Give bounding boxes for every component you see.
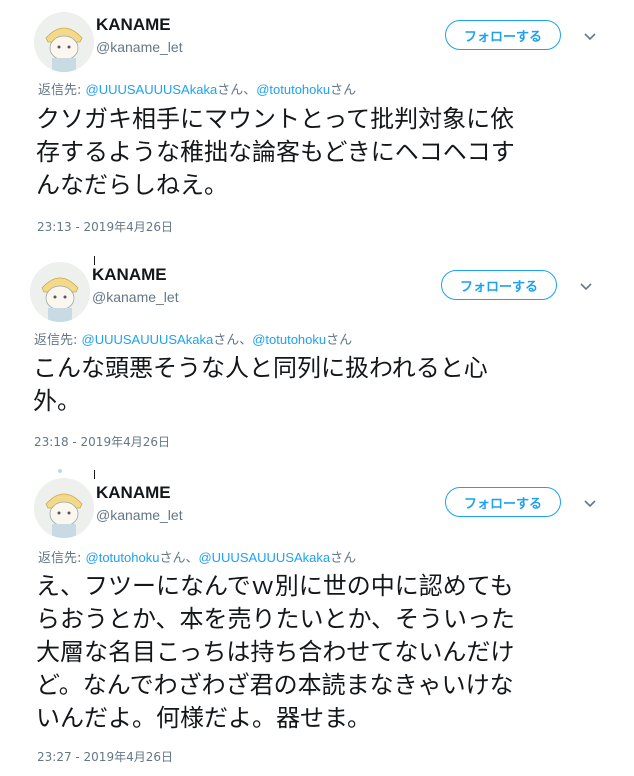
tweet-text-line: クソガキ相手にマウントとって批判対象に依 [36, 105, 515, 133]
display-name[interactable]: KANAME [96, 483, 171, 503]
reply-suffix: さん [330, 83, 357, 98]
reply-mention-link[interactable]: @UUUSAUUUSAkaka [198, 550, 330, 565]
chevron-down-icon[interactable] [583, 497, 597, 511]
reply-mention-link[interactable]: @totutohoku [86, 550, 160, 565]
display-name[interactable]: KANAME [96, 15, 171, 35]
reply-context: 返信先: @UUUSAUUUSAkakaさん、@totutohokuさん [38, 79, 356, 98]
tweet-text-line: 外。 [33, 387, 81, 415]
reply-suffix: さん [330, 551, 357, 566]
username[interactable]: @kaname_let [92, 289, 179, 305]
avatar[interactable] [34, 12, 94, 72]
reply-suffix: さん、 [217, 83, 257, 98]
tweet-text-line: え、フツーになんでｗ別に世の中に認めても [36, 572, 514, 600]
tweet-text: こんな頭悪そうな人と同列に扱われると心 外。 [33, 352, 488, 418]
timestamp-link[interactable]: 23:13 - 2019年4月26日 [37, 218, 173, 235]
reply-mention-link[interactable]: @UUUSAUUUSAkaka [82, 332, 214, 347]
reply-context: 返信先: @totutohokuさん、@UUUSAUUUSAkakaさん [38, 547, 356, 566]
reply-prefix: 返信先: [38, 551, 86, 566]
tweet-text-line: んなだらしねえ。 [36, 171, 228, 199]
follow-button[interactable]: フォローする [445, 487, 561, 517]
reply-prefix: 返信先: [34, 333, 82, 348]
chevron-down-icon[interactable] [583, 30, 597, 44]
reply-context: 返信先: @UUUSAUUUSAkakaさん、@totutohokuさん [34, 329, 352, 348]
tweet-text-line: 存するような稚拙な論客もどきにヘコヘコす [36, 138, 515, 166]
username[interactable]: @kaname_let [96, 39, 183, 55]
reply-suffix: さん、 [159, 551, 199, 566]
divider-mark [94, 470, 95, 479]
reply-suffix: さん [326, 333, 353, 348]
reply-suffix: さん、 [213, 333, 253, 348]
tweet-text-line: いんだよ。何様だよ。器せま。 [36, 704, 372, 732]
timestamp-link[interactable]: 23:27 - 2019年4月26日 [37, 748, 173, 765]
display-name[interactable]: KANAME [92, 265, 167, 285]
reply-mention-link[interactable]: @totutohoku [256, 82, 330, 97]
chevron-down-icon[interactable] [579, 280, 593, 294]
divider-mark [94, 256, 95, 265]
tweet-text-line: こんな頭悪そうな人と同列に扱われると心 [33, 354, 488, 382]
avatar-illustration [30, 262, 90, 322]
reply-mention-link[interactable]: @UUUSAUUUSAkaka [86, 82, 218, 97]
avatar[interactable] [30, 262, 90, 322]
follow-button[interactable]: フォローする [445, 20, 561, 50]
reply-mention-link[interactable]: @totutohoku [252, 332, 326, 347]
avatar[interactable] [34, 478, 94, 538]
follow-button[interactable]: フォローする [441, 270, 557, 300]
avatar-illustration [34, 12, 94, 72]
tweet-text-line: 大層な名目こっちは持ち合わせてないんだけ [36, 638, 515, 666]
timestamp-link[interactable]: 23:18 - 2019年4月26日 [34, 433, 170, 450]
divider-mark [58, 469, 62, 473]
tweet-text-line: らおうとか、本を売りたいとか、そういった [36, 605, 516, 633]
avatar-illustration [34, 478, 94, 538]
reply-prefix: 返信先: [38, 83, 86, 98]
tweet-text: え、フツーになんでｗ別に世の中に認めても らおうとか、本を売りたいとか、そういっ… [36, 570, 515, 735]
username[interactable]: @kaname_let [96, 507, 183, 523]
tweet-text-line: ど。なんでわざわざ君の本読まなきゃいけな [36, 671, 514, 699]
tweet-text: クソガキ相手にマウントとって批判対象に依 存するような稚拙な論客もどきにヘコヘコ… [36, 103, 515, 202]
